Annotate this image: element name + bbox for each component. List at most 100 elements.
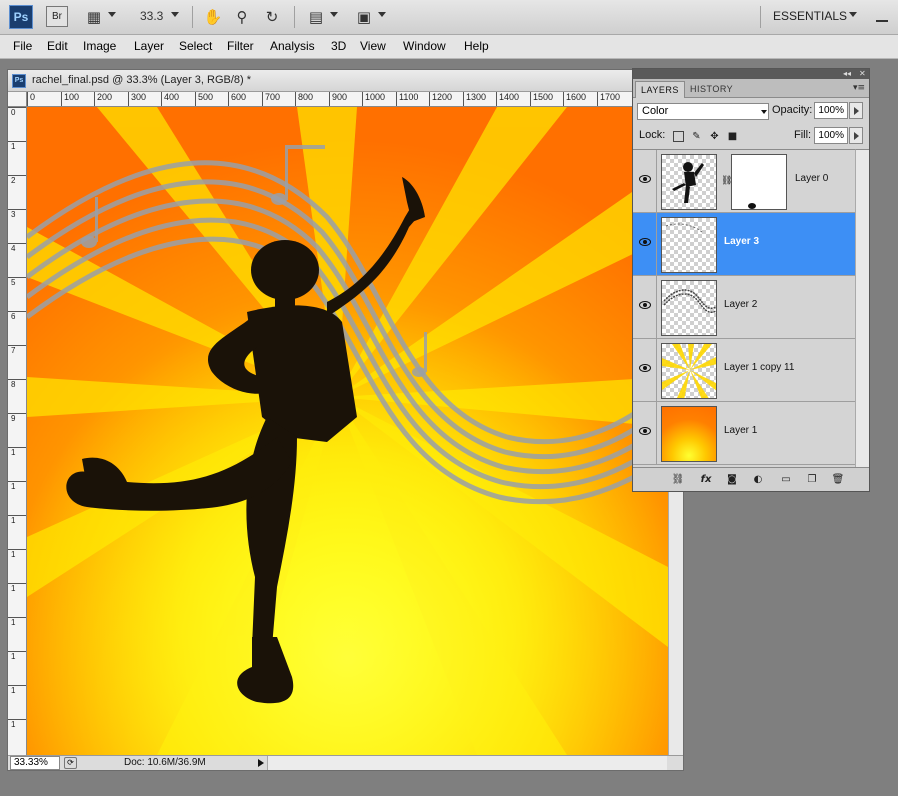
horizontal-ruler[interactable]: 0 100 200 300 400 500 600 700 800 900 10… [27, 92, 667, 107]
dancer-thumbnail-icon [672, 162, 704, 203]
chevron-down-icon[interactable] [171, 12, 179, 17]
ruler-tick-label: 800 [295, 92, 313, 106]
chevron-down-icon[interactable] [108, 12, 116, 17]
ruler-tick-label: 3 [8, 209, 26, 219]
bridge-button[interactable]: Br [46, 6, 68, 27]
menu-view[interactable]: View [360, 39, 386, 53]
panel-menu-icon[interactable]: ▾≡ [853, 83, 865, 93]
layer-name[interactable]: Layer 3 [724, 236, 759, 247]
visibility-toggle[interactable] [633, 276, 657, 338]
visibility-toggle[interactable] [633, 402, 657, 464]
document-tab[interactable]: Ps rachel_final.psd @ 33.3% (Layer 3, RG… [8, 70, 683, 92]
photoshop-file-icon: Ps [12, 74, 26, 88]
menu-help[interactable]: Help [464, 39, 489, 53]
layers-scrollbar[interactable] [855, 149, 869, 467]
ruler-tick-label: 0 [8, 107, 26, 117]
rotate-view-icon[interactable]: ↻ [262, 6, 282, 28]
trash-icon[interactable]: 🗑 [831, 473, 845, 487]
lock-transparency-icon[interactable] [673, 131, 684, 142]
eye-icon [639, 301, 651, 309]
ruler-tick-label: 200 [94, 92, 112, 106]
staff-thumbnail-icon [663, 289, 716, 313]
workspace-switcher[interactable]: ESSENTIALS [773, 9, 847, 23]
menu-filter[interactable]: Filter [227, 39, 254, 53]
ruler-tick-label: 1 [8, 481, 26, 491]
adjustment-layer-icon[interactable]: ◐ [751, 473, 765, 487]
new-group-icon[interactable]: ▭ [779, 473, 793, 487]
zoom-level[interactable]: 33.3 [140, 9, 163, 23]
arrange-documents-icon[interactable]: ▤ [306, 6, 326, 28]
layer-row[interactable]: ⛓ Layer 0 [633, 150, 855, 213]
status-bar: 33.33% ⟳ Doc: 10.6M/36.9M [8, 755, 683, 770]
layer-row[interactable]: Layer 3 [633, 213, 855, 276]
blend-mode-dropdown[interactable]: Color [637, 103, 769, 120]
ruler-tick-label: 8 [8, 379, 26, 389]
lock-image-icon[interactable]: ✎ [691, 131, 702, 142]
chevron-down-icon[interactable] [378, 12, 386, 17]
ruler-tick-label: 1 [8, 617, 26, 627]
eye-icon [639, 175, 651, 183]
link-layers-icon[interactable]: ⛓ [671, 473, 685, 487]
chevron-down-icon[interactable] [330, 12, 338, 17]
menu-3d[interactable]: 3D [331, 39, 346, 53]
menu-analysis[interactable]: Analysis [270, 39, 315, 53]
layer-row[interactable]: Layer 2 [633, 276, 855, 339]
menu-image[interactable]: Image [83, 39, 116, 53]
document-canvas[interactable] [27, 107, 668, 755]
ruler-tick-label: 600 [228, 92, 246, 106]
close-panel-icon[interactable]: ✕ [859, 69, 866, 79]
eye-icon [639, 364, 651, 372]
lock-position-icon[interactable]: ✥ [709, 131, 720, 142]
layers-list: ⛓ Layer 0 Layer 3 Layer 2 Layer 1 copy 1… [633, 149, 855, 467]
ruler-tick-label: 1 [8, 141, 26, 151]
layer-row[interactable]: Layer 1 copy 11 [633, 339, 855, 402]
menu-edit[interactable]: Edit [47, 39, 68, 53]
ruler-tick-label: 1 [8, 685, 26, 695]
visibility-toggle[interactable] [633, 213, 657, 275]
zoom-icon[interactable]: ⚲ [232, 6, 252, 28]
horizontal-scrollbar[interactable] [267, 756, 667, 770]
opacity-slider-button[interactable] [849, 102, 863, 119]
ruler-tick-label: 1300 [463, 92, 486, 106]
layer-name[interactable]: Layer 2 [724, 299, 757, 310]
application-bar: Ps Br ▦ 33.3 ✋ ⚲ ↻ ▤ ▣ ESSENTIALS [0, 0, 898, 35]
minimize-icon[interactable] [876, 8, 888, 22]
layer-thumbnail [661, 406, 717, 462]
menu-window[interactable]: Window [403, 39, 446, 53]
film-strip-icon[interactable]: ▦ [84, 6, 104, 28]
screen-mode-icon[interactable]: ▣ [354, 6, 374, 28]
ruler-tick-label: 700 [262, 92, 280, 106]
layer-mask-thumbnail[interactable] [731, 154, 787, 210]
tab-layers[interactable]: LAYERS [635, 81, 685, 98]
ruler-tick-label: 1 [8, 515, 26, 525]
ruler-tick-label: 300 [128, 92, 146, 106]
fill-field[interactable]: 100% [814, 127, 848, 144]
visibility-toggle[interactable] [633, 339, 657, 401]
vertical-ruler[interactable]: 0 1 2 3 4 5 6 7 8 9 1 1 1 1 1 1 1 1 1 [8, 107, 27, 755]
fill-slider-button[interactable] [849, 127, 863, 144]
layer-thumbnail [661, 217, 717, 273]
fx-icon[interactable]: fx [699, 473, 713, 487]
status-menu-arrow-icon[interactable] [258, 759, 264, 767]
menu-select[interactable]: Select [179, 39, 212, 53]
visibility-toggle[interactable] [633, 150, 657, 212]
status-options-icon[interactable]: ⟳ [64, 757, 77, 769]
lock-all-icon[interactable]: ■ [727, 131, 738, 142]
layer-name[interactable]: Layer 1 copy 11 [724, 362, 794, 373]
opacity-field[interactable]: 100% [814, 102, 848, 119]
ruler-tick-label: 5 [8, 277, 26, 287]
new-layer-icon[interactable]: ❐ [805, 473, 819, 487]
ruler-origin[interactable] [8, 92, 27, 107]
panel-title-bar[interactable]: ◂◂ ✕ [633, 69, 869, 79]
chevron-down-icon[interactable] [849, 12, 857, 17]
status-zoom-field[interactable]: 33.33% [10, 756, 60, 770]
layer-name[interactable]: Layer 1 [724, 425, 757, 436]
hand-icon[interactable]: ✋ [203, 6, 223, 28]
menu-file[interactable]: File [13, 39, 32, 53]
collapse-panel-icon[interactable]: ◂◂ [843, 69, 851, 79]
menu-layer[interactable]: Layer [134, 39, 164, 53]
layer-row[interactable]: Layer 1 [633, 402, 855, 465]
layer-name[interactable]: Layer 0 [795, 173, 828, 184]
tab-history[interactable]: HISTORY [685, 81, 738, 98]
layer-mask-icon[interactable]: ◙ [725, 473, 739, 487]
